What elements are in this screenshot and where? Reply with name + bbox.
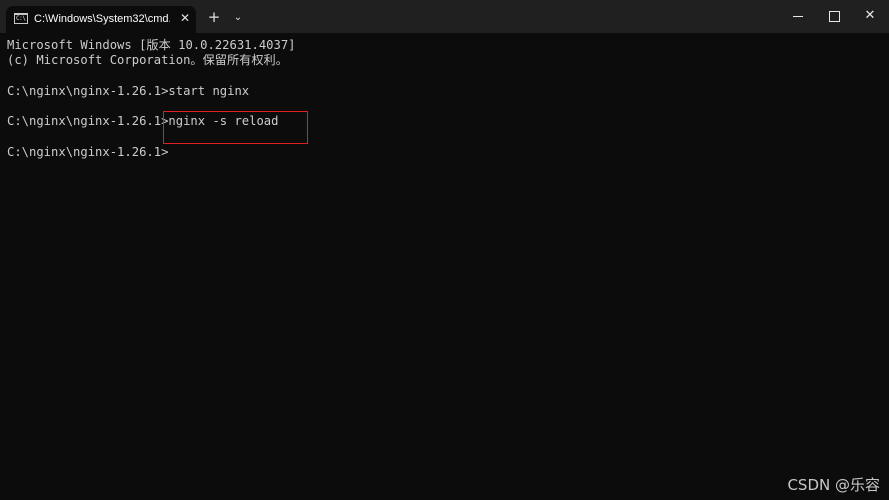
command-prompt-icon: C:\: [14, 13, 28, 24]
console-prompt[interactable]: C:\nginx\nginx-1.26.1>: [7, 145, 877, 160]
title-bar[interactable]: C:\ C:\Windows\System32\cmd.e ✕ + ⌄ ✕: [0, 0, 889, 33]
new-tab-button[interactable]: +: [205, 9, 223, 27]
maximize-icon: [829, 11, 840, 22]
terminal-window: C:\ C:\Windows\System32\cmd.e ✕ + ⌄ ✕ Mi…: [0, 0, 889, 500]
console-output[interactable]: Microsoft Windows [版本 10.0.22631.4037] (…: [7, 38, 877, 478]
console-line: Microsoft Windows [版本 10.0.22631.4037]: [7, 38, 296, 52]
minimize-icon: [793, 16, 803, 17]
close-button[interactable]: ✕: [847, 0, 889, 33]
console-line: (c) Microsoft Corporation。保留所有权利。: [7, 53, 288, 68]
tab-cmd[interactable]: C:\ C:\Windows\System32\cmd.e ✕: [6, 6, 196, 33]
console-line: C:\nginx\nginx-1.26.1>nginx -s reload: [7, 114, 279, 129]
watermark: CSDN @乐容: [787, 476, 880, 494]
highlight-annotation-box: [163, 111, 308, 144]
command-prompt-icon-text: C:\: [16, 15, 26, 22]
tab-close-icon[interactable]: ✕: [178, 11, 192, 25]
close-icon: ✕: [864, 8, 876, 23]
console-line: C:\nginx\nginx-1.26.1>start nginx: [7, 83, 250, 98]
chevron-down-icon[interactable]: ⌄: [230, 9, 246, 27]
tab-title: C:\Windows\System32\cmd.e: [34, 13, 170, 25]
